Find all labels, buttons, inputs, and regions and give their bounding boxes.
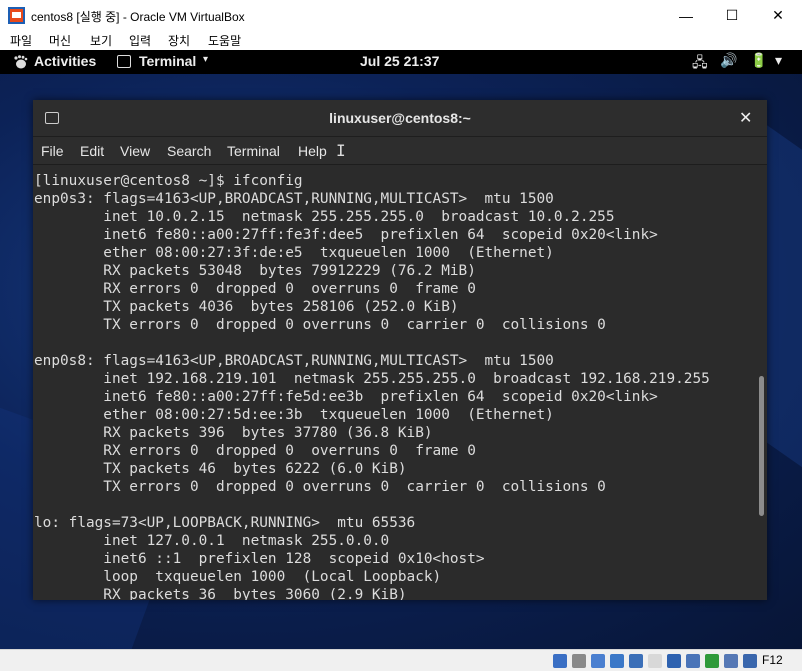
menu-help[interactable]: 도움말 — [208, 32, 241, 49]
terminal-app-icon — [117, 55, 131, 68]
scrollbar-thumb[interactable] — [759, 376, 764, 516]
terminal-menu-file[interactable]: File — [41, 143, 64, 159]
terminal-line: RX errors 0 dropped 0 overruns 0 frame 0 — [34, 443, 476, 459]
system-menu-arrow-icon[interactable]: ▾ — [775, 52, 782, 69]
terminal-scrollbar[interactable] — [755, 166, 767, 600]
terminal-line: RX packets 36 bytes 3060 (2.9 KiB) — [34, 587, 407, 600]
terminal-line: RX packets 53048 bytes 79912229 (76.2 Mi… — [34, 263, 476, 279]
vbox-titlebar: centos8 [실행 중] - Oracle VM VirtualBox — … — [0, 0, 802, 31]
terminal-line: inet 127.0.0.1 netmask 255.0.0.0 — [34, 533, 390, 549]
menu-input[interactable]: 입력 — [129, 32, 151, 49]
network-icon[interactable] — [610, 654, 624, 668]
audio-icon[interactable] — [591, 654, 605, 668]
minimize-button[interactable]: — — [663, 0, 709, 31]
terminal-line: inet6 fe80::a00:27ff:fe3f:dee5 prefixlen… — [34, 227, 658, 243]
terminal-title: linuxuser@centos8:~ — [329, 110, 471, 126]
window-title: centos8 [실행 중] - Oracle VM VirtualBox — [31, 10, 245, 24]
terminal-output[interactable]: [linuxuser@centos8 ~]$ ifconfig enp0s3: f… — [33, 166, 755, 600]
terminal-line: inet6 fe80::a00:27ff:fe5d:ee3b prefixlen… — [34, 389, 658, 405]
terminal-line: ether 08:00:27:3f:de:e5 txqueuelen 1000 … — [34, 245, 554, 261]
terminal-line: RX errors 0 dropped 0 overruns 0 frame 0 — [34, 281, 476, 297]
terminal-line: TX packets 4036 bytes 258106 (252.0 KiB) — [34, 299, 459, 315]
video-capture-icon[interactable] — [686, 654, 700, 668]
display-icon[interactable] — [667, 654, 681, 668]
terminal-line: inet 192.168.219.101 netmask 255.255.255… — [34, 371, 710, 387]
keyboard-icon[interactable] — [743, 654, 757, 668]
terminal-menu-search[interactable]: Search — [167, 143, 211, 159]
activities-button[interactable]: Activities — [34, 53, 96, 69]
terminal-line: enp0s3: flags=4163<UP,BROADCAST,RUNNING,… — [34, 191, 554, 207]
terminal-menu-view[interactable]: View — [120, 143, 150, 159]
terminal-menu-edit[interactable]: Edit — [80, 143, 104, 159]
hard-disk-icon[interactable] — [553, 654, 567, 668]
terminal-line: TX packets 46 bytes 6222 (6.0 KiB) — [34, 461, 407, 477]
vbox-statusbar: F12 — [0, 649, 802, 671]
optical-drive-icon[interactable] — [572, 654, 586, 668]
terminal-menubar: File Edit View Search Terminal Help I — [33, 137, 767, 165]
terminal-line: lo: flags=73<UP,LOOPBACK,RUNNING> mtu 65… — [34, 515, 416, 531]
shared-folder-icon[interactable] — [648, 654, 662, 668]
minimize-icon: — — [679, 7, 693, 24]
mouse-integration-icon[interactable] — [724, 654, 738, 668]
terminal-line: inet6 ::1 prefixlen 128 scopeid 0x10<hos… — [34, 551, 485, 567]
network-icon[interactable]: 🖧 — [692, 52, 708, 76]
usb-icon[interactable] — [629, 654, 643, 668]
virtualbox-logo-icon — [8, 7, 25, 24]
terminal-line: ether 08:00:27:5d:ee:3b txqueuelen 1000 … — [34, 407, 554, 423]
terminal-line: RX packets 396 bytes 37780 (36.8 KiB) — [34, 425, 433, 441]
close-icon: ✕ — [772, 7, 784, 23]
terminal-line: [linuxuser@centos8 ~]$ ifconfig — [34, 173, 303, 189]
terminal-line: loop txqueuelen 1000 (Local Loopback) — [34, 569, 442, 585]
terminal-menu-terminal[interactable]: Terminal — [227, 143, 280, 159]
menu-file[interactable]: 파일 — [10, 32, 32, 49]
close-button[interactable]: ✕ — [755, 0, 801, 31]
terminal-line: TX errors 0 dropped 0 overruns 0 carrier… — [34, 479, 606, 495]
volume-icon[interactable]: 🔊 — [720, 52, 737, 69]
gnome-foot-icon — [14, 55, 28, 69]
maximize-button[interactable]: ☐ — [709, 0, 755, 31]
text-cursor-icon: I — [336, 141, 346, 160]
menu-devices[interactable]: 장치 — [168, 32, 190, 49]
host-key-label: F12 — [762, 653, 783, 667]
terminal-lines: [linuxuser@centos8 ~]$ ifconfig enp0s3: f… — [34, 172, 710, 600]
battery-icon[interactable]: 🔋 — [750, 52, 767, 69]
terminal-line: inet 10.0.2.15 netmask 255.255.255.0 bro… — [34, 209, 615, 225]
gnome-top-bar: Activities Terminal ▾ Jul 25 21:37 🖧 🔊 🔋… — [0, 50, 802, 74]
terminal-menu-help[interactable]: Help — [298, 143, 327, 159]
terminal-window[interactable]: linuxuser@centos8:~ ✕ File Edit View Sea… — [33, 100, 767, 600]
guest-screen[interactable]: Activities Terminal ▾ Jul 25 21:37 🖧 🔊 🔋… — [0, 50, 802, 649]
terminal-line: TX errors 0 dropped 0 overruns 0 carrier… — [34, 317, 606, 333]
chevron-down-icon: ▾ — [203, 54, 209, 65]
terminal-line: enp0s8: flags=4163<UP,BROADCAST,RUNNING,… — [34, 353, 554, 369]
maximize-icon: ☐ — [725, 7, 739, 23]
vbox-menubar: 파일 머신 보기 입력 장치 도움말 — [0, 31, 802, 51]
clock[interactable]: Jul 25 21:37 — [360, 53, 439, 69]
menu-machine[interactable]: 머신 — [49, 32, 71, 49]
app-menu-button[interactable]: Terminal — [139, 53, 196, 69]
cpu-icon[interactable] — [705, 654, 719, 668]
terminal-header[interactable]: linuxuser@centos8:~ ✕ — [33, 100, 767, 137]
menu-view[interactable]: 보기 — [90, 32, 112, 49]
terminal-close-button[interactable]: ✕ — [739, 108, 752, 128]
